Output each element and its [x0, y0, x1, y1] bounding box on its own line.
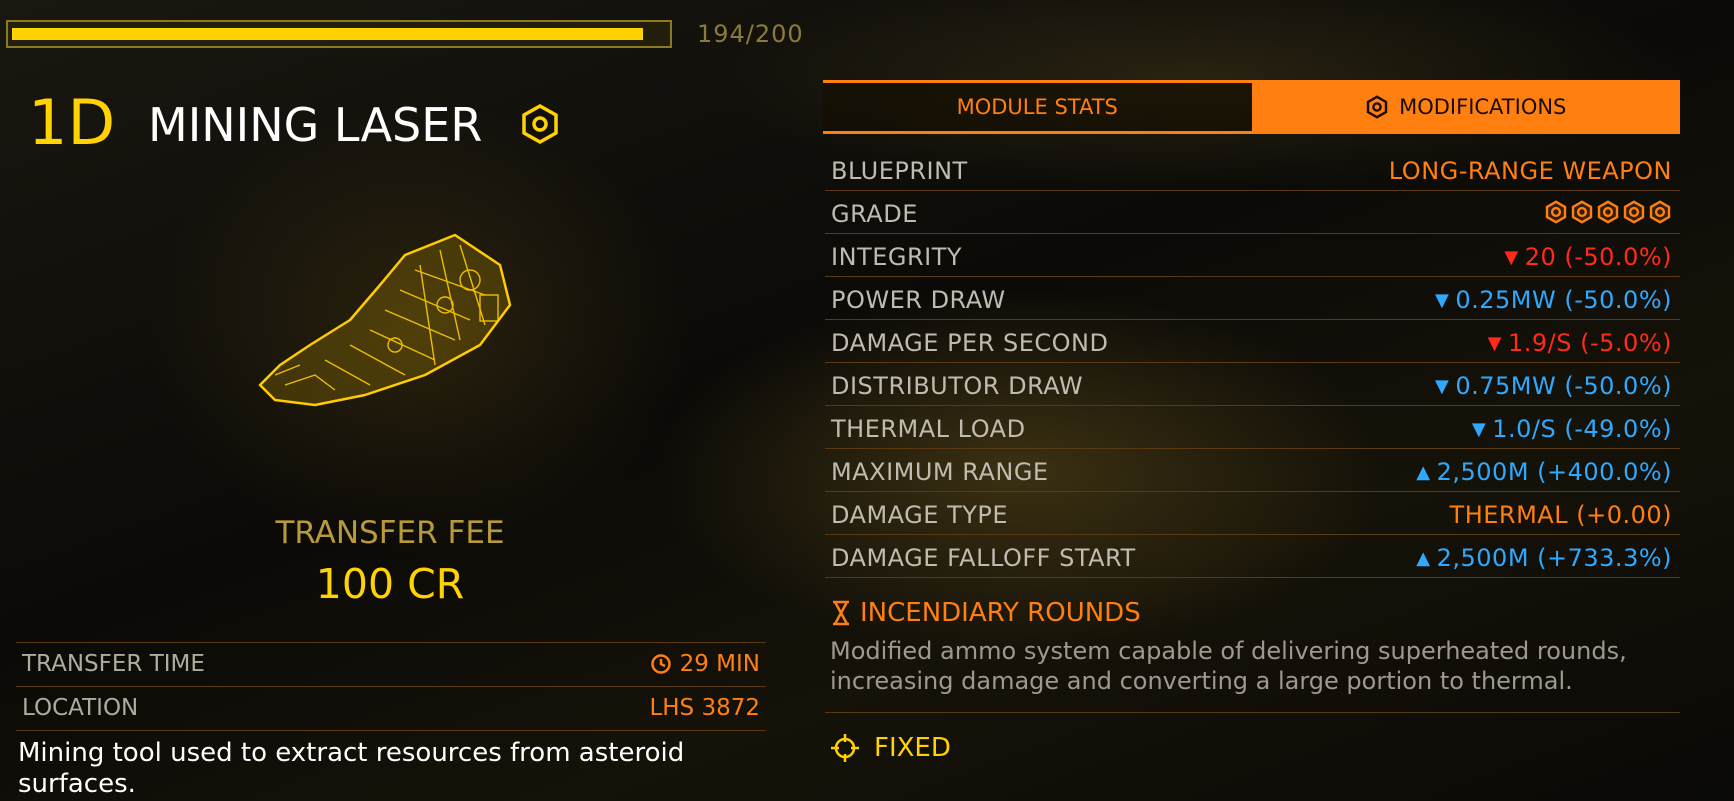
arrow-down-icon: ▼: [1435, 289, 1450, 311]
mount-type-label: FIXED: [874, 733, 951, 763]
stat-row: DAMAGE TYPE THERMAL (+0.00): [825, 492, 1680, 535]
location-value: LHS 3872: [649, 695, 760, 721]
arrow-down-icon: ▼: [1435, 375, 1450, 397]
tab-modifications-label: MODIFICATIONS: [1399, 95, 1567, 119]
tab-modifications[interactable]: MODIFICATIONS: [1251, 83, 1680, 131]
transfer-fee-value: 100 CR: [315, 560, 465, 608]
arrow-up-icon: ▲: [1416, 461, 1431, 483]
stat-value: THERMAL (+0.00): [1449, 501, 1672, 529]
engineering-hex-icon: [522, 104, 558, 144]
stat-row: DISTRIBUTOR DRAW ▼ 0.75MW (-50.0%): [825, 363, 1680, 406]
stat-value: LONG-RANGE WEAPON: [1388, 157, 1672, 185]
engineering-hex-icon: [1366, 95, 1388, 119]
stat-label: MAXIMUM RANGE: [831, 458, 1049, 486]
grade-hex-icon: [1648, 200, 1672, 230]
stat-row: DAMAGE FALLOFF START ▲ 2,500M (+733.3%): [825, 535, 1680, 578]
stat-row: MAXIMUM RANGE ▲ 2,500M (+400.0%): [825, 449, 1680, 492]
module-name: MINING LASER: [148, 98, 483, 152]
stat-value: 2,500M (+400.0%): [1436, 458, 1672, 486]
integrity-readout: 194/200: [697, 20, 804, 48]
stat-row: GRADE: [825, 191, 1680, 234]
stat-value: 20 (-50.0%): [1524, 243, 1672, 271]
clock-icon: [650, 654, 671, 674]
stat-label: THERMAL LOAD: [831, 415, 1026, 443]
experimental-effect-icon: [833, 600, 849, 626]
stat-value: 0.75MW (-50.0%): [1455, 372, 1672, 400]
crosshair-icon: [831, 734, 859, 762]
location-label: LOCATION: [22, 695, 139, 721]
stat-label: GRADE: [831, 200, 918, 228]
experimental-effect-description: Modified ammo system capable of deliveri…: [830, 637, 1627, 695]
integrity-bar-fill: [12, 28, 643, 40]
stat-label: INTEGRITY: [831, 243, 963, 271]
stat-label: DAMAGE FALLOFF START: [831, 544, 1136, 572]
stat-row: THERMAL LOAD ▼ 1.0/S (-49.0%): [825, 406, 1680, 449]
arrow-up-icon: ▲: [1416, 547, 1431, 569]
grade-hex-icon: [1570, 200, 1594, 230]
arrow-down-icon: ▼: [1504, 246, 1519, 268]
divider: [825, 712, 1680, 713]
grade-hex-icon: [1622, 200, 1646, 230]
stat-value: 0.25MW (-50.0%): [1455, 286, 1672, 314]
stat-label: POWER DRAW: [831, 286, 1006, 314]
module-description: Mining tool used to extract resources fr…: [18, 738, 685, 799]
transfer-time-row: TRANSFER TIME 29 MIN: [16, 642, 766, 684]
tab-module-stats[interactable]: MODULE STATS: [823, 83, 1252, 131]
stat-row: BLUEPRINT LONG-RANGE WEAPON: [825, 148, 1680, 191]
experimental-effect-header: INCENDIARY ROUNDS: [830, 598, 1141, 628]
transfer-time-value: 29 MIN: [679, 651, 760, 677]
mount-type: FIXED: [830, 733, 951, 763]
location-row: LOCATION LHS 3872: [16, 686, 766, 728]
grade-icons: [1544, 200, 1672, 230]
arrow-down-icon: ▼: [1487, 332, 1503, 354]
stat-label: DISTRIBUTOR DRAW: [831, 372, 1084, 400]
stat-value: 1.0/S (-49.0%): [1492, 415, 1672, 443]
stat-value: 1.9/S (-5.0%): [1508, 329, 1672, 357]
stat-row: INTEGRITY ▼ 20 (-50.0%): [825, 234, 1680, 277]
transfer-time-label: TRANSFER TIME: [22, 651, 205, 677]
stat-row: DAMAGE PER SECOND ▼ 1.9/S (-5.0%): [825, 320, 1680, 363]
module-class: 1D: [28, 86, 116, 159]
tab-module-stats-label: MODULE STATS: [956, 95, 1118, 119]
transfer-fee-label: TRANSFER FEE: [275, 515, 505, 551]
integrity-bar: [6, 20, 672, 48]
experimental-effect-title: INCENDIARY ROUNDS: [860, 598, 1141, 628]
stat-row: POWER DRAW ▼ 0.25MW (-50.0%): [825, 277, 1680, 320]
stats-tab-bar: MODULE STATS MODIFICATIONS: [823, 80, 1680, 134]
stat-value: 2,500M (+733.3%): [1436, 544, 1672, 572]
grade-hex-icon: [1596, 200, 1620, 230]
divider: [16, 730, 766, 731]
grade-hex-icon: [1544, 200, 1568, 230]
mining-laser-hologram: [258, 233, 512, 407]
stat-label: BLUEPRINT: [831, 157, 968, 185]
arrow-down-icon: ▼: [1471, 418, 1487, 440]
stat-label: DAMAGE PER SECOND: [831, 329, 1109, 357]
stat-label: DAMAGE TYPE: [831, 501, 1009, 529]
